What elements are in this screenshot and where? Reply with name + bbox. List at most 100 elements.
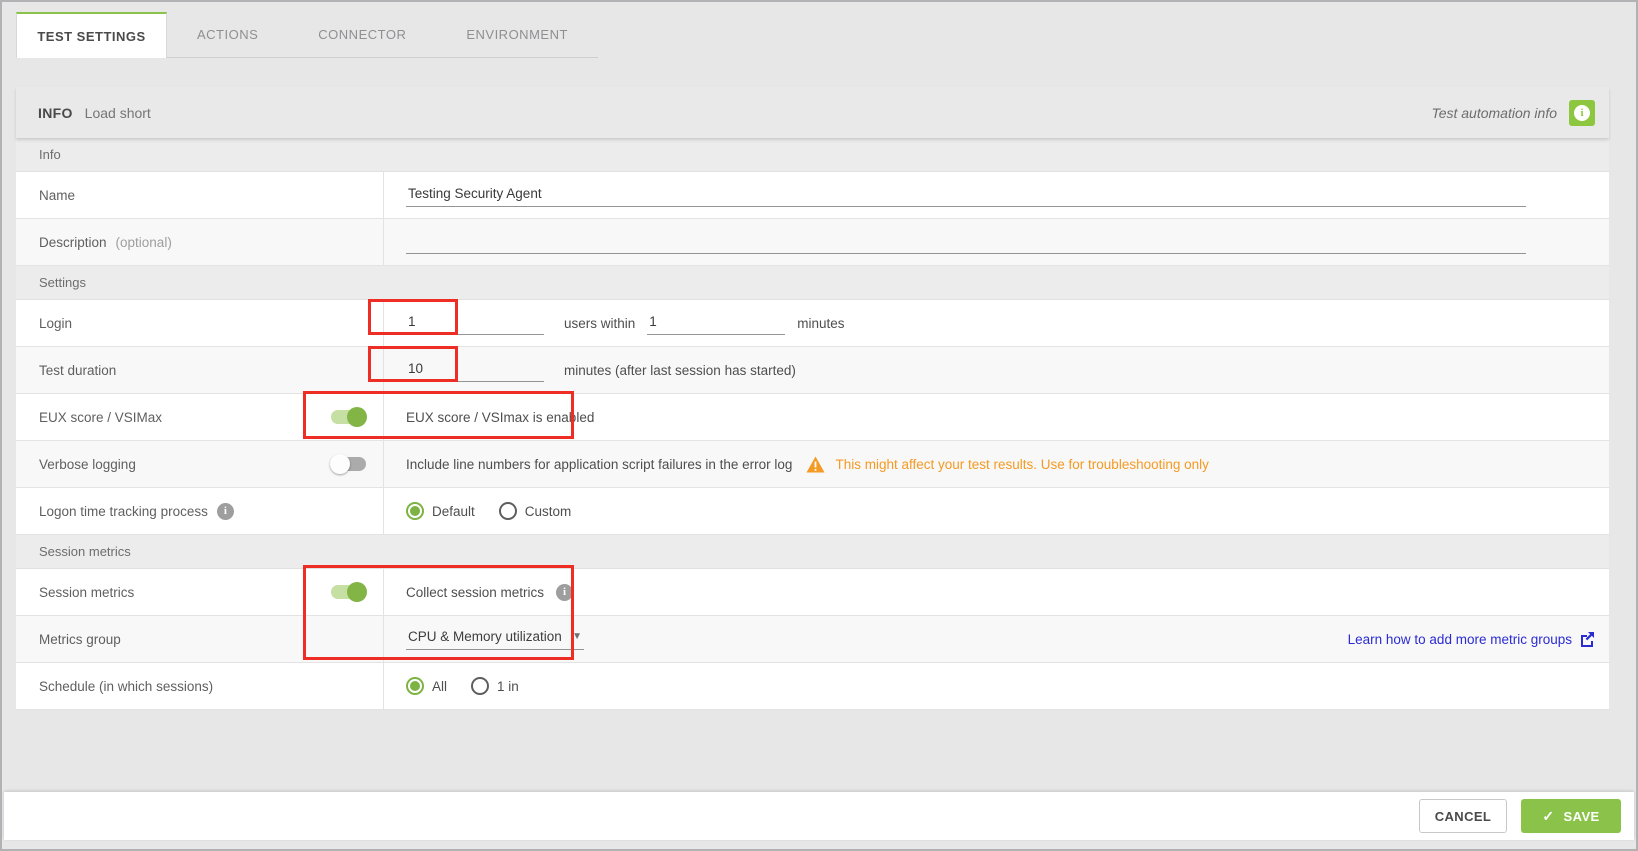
tab-environment[interactable]: ENVIRONMENT [436,12,598,58]
radio-option-custom[interactable]: Custom [499,502,572,520]
radio-default-icon [406,502,424,520]
collect-session-metrics-text: Collect session metrics [406,585,544,600]
row-login: Login users within minutes [16,300,1609,347]
login-users-input[interactable] [406,311,544,335]
metrics-group-label-text: Metrics group [39,632,121,647]
logon-tracking-label-text: Logon time tracking process [39,504,208,519]
chevron-down-icon: ▼ [572,631,582,642]
session-metrics-value-cell: Collect session metrics i [384,569,1609,615]
test-duration-input[interactable] [406,358,544,382]
section-band-info: Info [16,138,1609,172]
settings-panel: INFO Load short Test automation info i I… [16,87,1609,710]
radio-option-all[interactable]: All [406,677,447,695]
section-band-settings: Settings [16,266,1609,300]
login-label-text: Login [39,316,72,331]
tab-test-settings[interactable]: TEST SETTINGS [16,12,167,58]
eux-status-text: EUX score / VSImax is enabled [406,410,594,425]
verbose-label-text: Verbose logging [39,457,136,472]
metric-groups-link-text: Learn how to add more metric groups [1348,632,1572,647]
logon-tracking-info-icon[interactable]: i [217,503,234,520]
radio-default-label: Default [432,504,475,519]
save-button[interactable]: ✓ SAVE [1521,799,1621,833]
radio-all-label: All [432,679,447,694]
verbose-label-cell: Verbose logging [16,441,384,487]
test-automation-info-label: Test automation info [1431,105,1557,121]
description-optional-text: (optional) [116,235,172,250]
panel-title: INFO [38,105,73,121]
row-verbose-logging: Verbose logging Include line numbers for… [16,441,1609,488]
info-icon: i [1574,105,1590,121]
verbose-toggle[interactable] [330,454,367,474]
users-within-text: users within [564,316,635,331]
footer-bar: CANCEL ✓ SAVE [4,792,1634,840]
radio-custom-icon [499,502,517,520]
verbose-warning: This might affect your test results. Use… [806,456,1208,473]
eux-label-text: EUX score / VSIMax [39,410,162,425]
panel-subtitle: Load short [85,105,151,121]
row-metrics-group: Metrics group CPU & Memory utilization ▼… [16,616,1609,663]
test-automation-info-icon[interactable]: i [1569,100,1595,126]
schedule-radio-group: All 1 in [406,677,519,695]
radio-1-in-label: 1 in [497,679,519,694]
login-minutes-input[interactable] [647,311,785,335]
name-label: Name [16,172,384,218]
check-icon: ✓ [1542,808,1554,825]
name-value-cell [384,172,1609,218]
session-metrics-label-text: Session metrics [39,585,134,600]
schedule-label-text: Schedule (in which sessions) [39,679,213,694]
description-input[interactable] [406,230,1526,254]
row-name: Name [16,172,1609,219]
login-label: Login [16,300,384,346]
description-label-text: Description [39,235,107,250]
row-schedule: Schedule (in which sessions) All 1 in [16,663,1609,710]
row-eux-score: EUX score / VSIMax EUX score / VSImax is… [16,394,1609,441]
section-band-session-metrics: Session metrics [16,535,1609,569]
save-button-label: SAVE [1564,809,1600,824]
verbose-value-cell: Include line numbers for application scr… [384,441,1609,487]
eux-toggle[interactable] [330,407,367,427]
name-label-text: Name [39,188,75,203]
logon-tracking-label-cell: Logon time tracking process i [16,488,384,534]
logon-tracking-radio-group: Default Custom [406,502,571,520]
schedule-value-cell: All 1 in [384,663,1609,709]
test-settings-page: TEST SETTINGS ACTIONS CONNECTOR ENVIRONM… [0,0,1638,851]
metrics-group-dropdown[interactable]: CPU & Memory utilization ▼ [406,629,584,650]
panel-header-right: Test automation info i [1431,100,1595,126]
radio-option-1-in[interactable]: 1 in [471,677,519,695]
test-duration-value-cell: minutes (after last session has started) [384,347,1609,393]
minutes-text: minutes [797,316,844,331]
verbose-description-text: Include line numbers for application scr… [406,457,792,472]
logon-tracking-value-cell: Default Custom [384,488,1609,534]
panel-header: INFO Load short Test automation info i [16,87,1609,138]
tab-bar: TEST SETTINGS ACTIONS CONNECTOR ENVIRONM… [16,12,598,58]
warning-icon [806,456,825,473]
login-value-cell: users within minutes [384,300,1609,346]
session-metrics-info-icon[interactable]: i [556,584,573,601]
name-input[interactable] [406,183,1526,207]
row-logon-tracking: Logon time tracking process i Default Cu… [16,488,1609,535]
session-metrics-label-cell: Session metrics [16,569,384,615]
eux-value-cell: EUX score / VSImax is enabled [384,394,1609,440]
metrics-group-value-cell: CPU & Memory utilization ▼ Learn how to … [384,616,1609,662]
tab-actions[interactable]: ACTIONS [167,12,288,58]
verbose-toggle-knob [330,454,350,474]
row-session-metrics: Session metrics Collect session metrics … [16,569,1609,616]
test-duration-label-text: Test duration [39,363,116,378]
radio-1-in-icon [471,677,489,695]
cancel-button[interactable]: CANCEL [1419,799,1507,833]
schedule-label-cell: Schedule (in which sessions) [16,663,384,709]
radio-custom-label: Custom [525,504,572,519]
metrics-group-selected-value: CPU & Memory utilization [408,629,562,644]
session-metrics-toggle-knob [347,582,367,602]
tab-connector[interactable]: CONNECTOR [288,12,436,58]
radio-option-default[interactable]: Default [406,502,475,520]
session-metrics-toggle[interactable] [330,582,367,602]
test-duration-label: Test duration [16,347,384,393]
eux-label-cell: EUX score / VSIMax [16,394,384,440]
row-test-duration: Test duration minutes (after last sessio… [16,347,1609,394]
metrics-group-label-cell: Metrics group [16,616,384,662]
row-description: Description (optional) [16,219,1609,266]
metric-groups-link[interactable]: Learn how to add more metric groups [1348,631,1595,647]
description-value-cell [384,219,1609,265]
description-label: Description (optional) [16,219,384,265]
